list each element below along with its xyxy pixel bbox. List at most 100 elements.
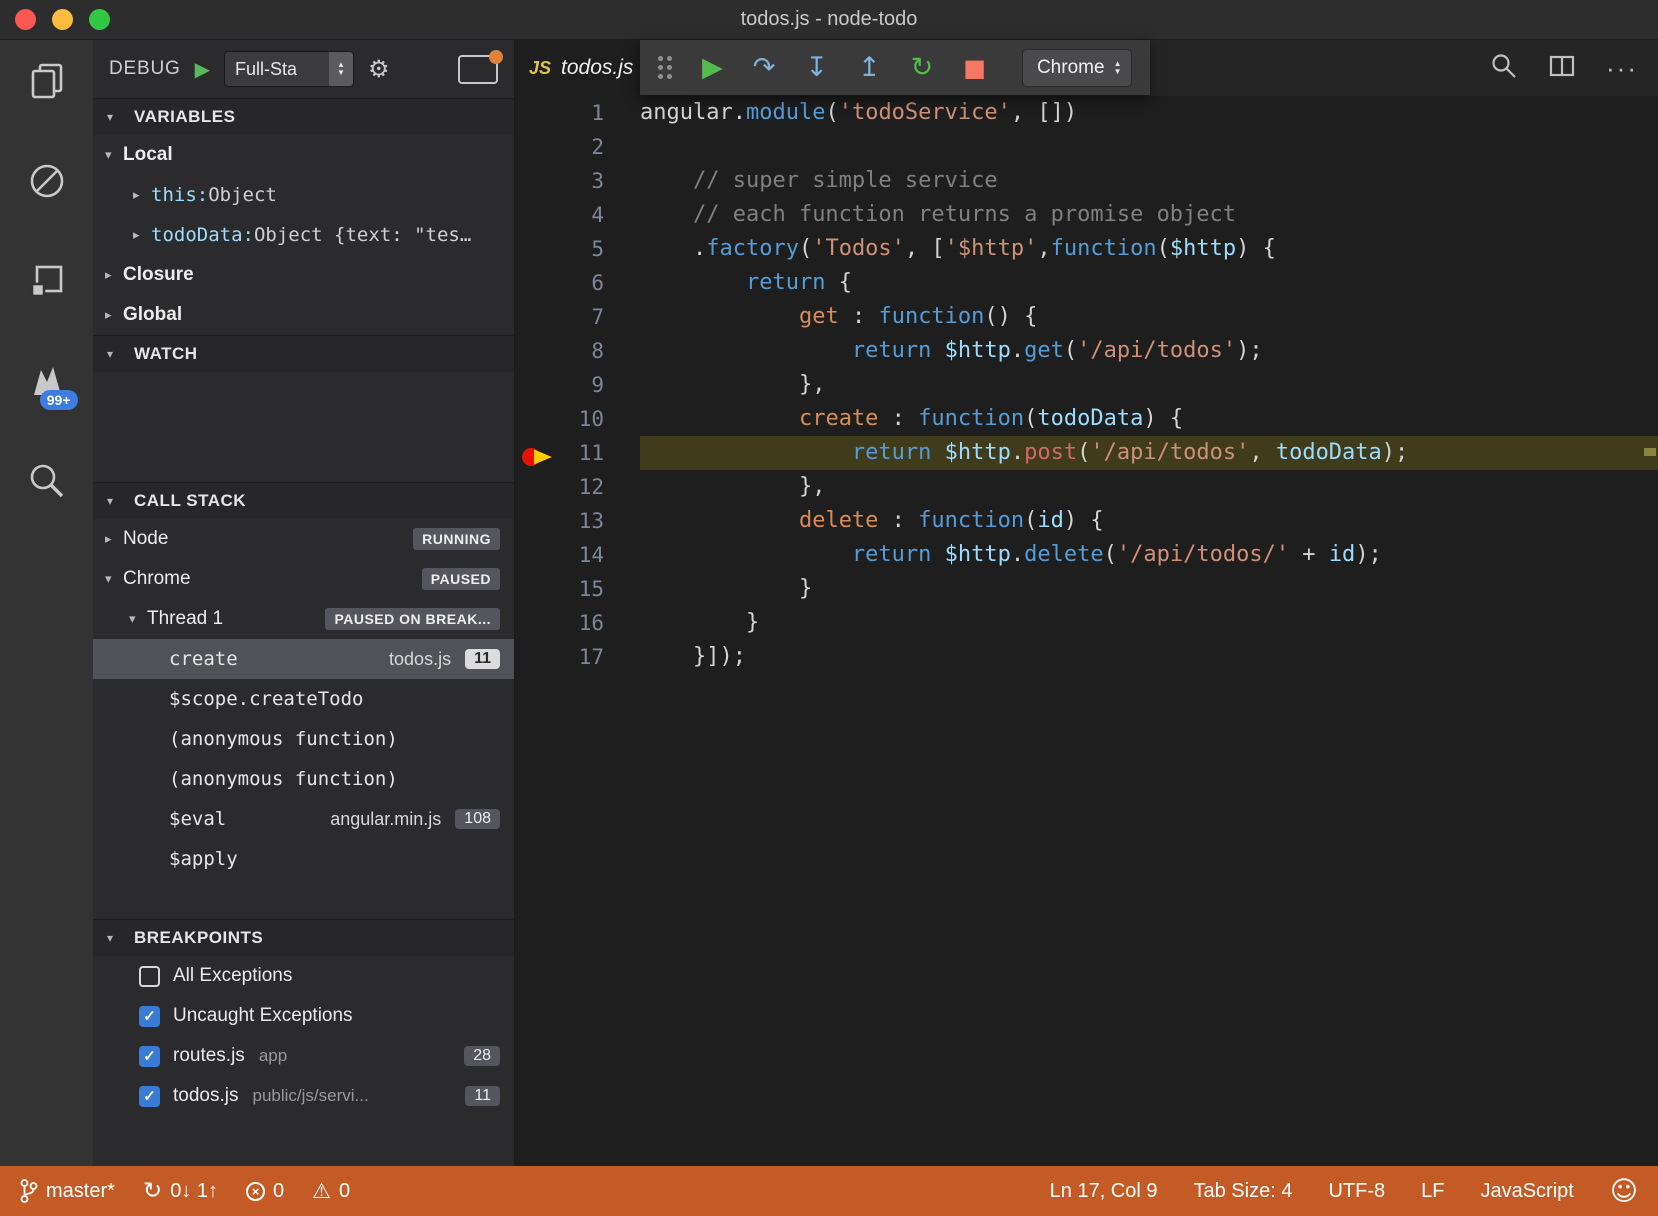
stack-frame-row[interactable]: $scope.createTodo [93,679,514,719]
chevron-right-icon[interactable]: ▸ [105,268,123,283]
warnings-item[interactable]: ⚠ 0 [312,1179,350,1203]
code-line-text[interactable]: }, [640,470,1658,504]
scope-row[interactable]: ▾Local [93,135,514,175]
code-line-text[interactable]: create : function(todoData) { [640,402,1658,436]
code-line-text[interactable]: // super simple service [640,164,1658,198]
stack-frame-row[interactable]: (anonymous function) [93,759,514,799]
encoding-indicator[interactable]: UTF-8 [1328,1180,1385,1203]
line-number[interactable]: 2 [515,130,640,164]
scope-row[interactable]: ▸Global [93,295,514,335]
thread-row[interactable]: ▾Thread 1PAUSED ON BREAK... [93,599,514,639]
variable-row[interactable]: ▸this: Object [93,175,514,215]
code-line-text[interactable]: return $http.post('/api/todos', todoData… [640,436,1658,470]
breakpoint-checkbox[interactable]: ✓ [139,1006,160,1027]
line-number[interactable]: 17 [515,640,640,674]
breakpoints-section-header[interactable]: ▾ BREAKPOINTS [93,919,514,956]
breakpoint-checkbox[interactable] [139,966,160,987]
circle-slash-icon[interactable] [24,158,70,204]
gear-icon[interactable]: ⚙ [368,55,390,83]
chevron-right-icon[interactable]: ▸ [133,228,151,243]
chevron-down-icon[interactable]: ▾ [129,612,147,627]
code-line-text[interactable]: return { [640,266,1658,300]
launch-config-select[interactable]: Full-Sta ▲▼ [224,51,354,87]
code-line-text[interactable] [640,130,1658,164]
code-line-text[interactable]: // each function returns a promise objec… [640,198,1658,232]
chevron-right-icon[interactable]: ▸ [105,532,123,547]
find-icon[interactable] [1490,52,1518,85]
chevron-down-icon[interactable]: ▾ [105,572,123,587]
debug-target-select[interactable]: Chrome ▲▼ [1022,49,1132,87]
line-number[interactable]: 13 [515,504,640,538]
code-line-text[interactable]: }]); [640,640,1658,674]
line-number[interactable]: 8 [515,334,640,368]
stack-frame-row[interactable]: (anonymous function) [93,719,514,759]
split-editor-icon[interactable] [1548,53,1576,84]
code-line-text[interactable]: delete : function(id) { [640,504,1658,538]
start-debug-button[interactable]: ▶ [195,57,210,81]
search-icon[interactable] [24,458,70,504]
chevron-right-icon[interactable]: ▸ [133,188,151,203]
variable-row[interactable]: ▸todoData: Object {text: "tes… [93,215,514,255]
debug-console-icon[interactable] [458,55,498,84]
close-window-button[interactable] [15,9,36,30]
continue-button[interactable]: ▶ [702,54,723,81]
line-number[interactable]: 5 [515,232,640,266]
breakpoint-row[interactable]: ✓routes.jsapp28 [93,1036,514,1076]
call-stack-section-header[interactable]: ▾ CALL STACK [93,482,514,519]
line-number[interactable]: 12 [515,470,640,504]
line-number[interactable]: 11 [515,436,640,470]
toolbar-drag-handle[interactable] [658,56,672,79]
breakpoint-row[interactable]: All Exceptions [93,956,514,996]
step-out-button[interactable]: ↥ [858,54,881,81]
code-line-text[interactable]: angular.module('todoService', []) [640,96,1658,130]
git-branch-item[interactable]: master* [20,1178,115,1204]
breakpoint-checkbox[interactable]: ✓ [139,1046,160,1067]
stop-button[interactable]: ■ [963,56,986,80]
line-number[interactable]: 16 [515,606,640,640]
variables-section-header[interactable]: ▾ VARIABLES [93,98,514,135]
feedback-smiley-icon[interactable]: ☺ [1610,1176,1638,1207]
tab-size-indicator[interactable]: Tab Size: 4 [1194,1180,1293,1203]
minimize-window-button[interactable] [52,9,73,30]
debug-session-row[interactable]: ▸NodeRUNNING [93,519,514,559]
scope-row[interactable]: ▸Closure [93,255,514,295]
debug-session-row[interactable]: ▾ChromePAUSED [93,559,514,599]
code-line-text[interactable]: return $http.delete('/api/todos/' + id); [640,538,1658,572]
line-number[interactable]: 4 [515,198,640,232]
line-number[interactable]: 15 [515,572,640,606]
code-line-text[interactable]: } [640,572,1658,606]
explorer-icon[interactable] [24,58,70,104]
chevron-right-icon[interactable]: ▸ [105,308,123,323]
stack-frame-row[interactable]: $apply [93,839,514,879]
code-line-text[interactable]: .factory('Todos', ['$http',function($htt… [640,232,1658,266]
cursor-position[interactable]: Ln 17, Col 9 [1050,1180,1158,1203]
stack-frame-row[interactable]: createtodos.js11 [93,639,514,679]
more-actions-icon[interactable]: ··· [1606,58,1638,78]
eol-indicator[interactable]: LF [1421,1180,1444,1203]
breakpoint-checkbox[interactable]: ✓ [139,1086,160,1107]
code-line-text[interactable]: return $http.get('/api/todos'); [640,334,1658,368]
code-line-text[interactable]: get : function() { [640,300,1658,334]
code-line-text[interactable]: } [640,606,1658,640]
git-icon[interactable]: 99+ [24,358,70,404]
breakpoint-row[interactable]: ✓todos.jspublic/js/servi...11 [93,1076,514,1116]
step-over-button[interactable]: ↷ [753,54,776,81]
extensions-icon[interactable] [24,258,70,304]
errors-item[interactable]: × 0 [246,1180,284,1203]
line-number[interactable]: 3 [515,164,640,198]
step-into-button[interactable]: ↧ [805,54,828,81]
language-indicator[interactable]: JavaScript [1480,1180,1573,1203]
line-number[interactable]: 10 [515,402,640,436]
watch-section-header[interactable]: ▾ WATCH [93,335,514,372]
line-number[interactable]: 1 [515,96,640,130]
breakpoint-row[interactable]: ✓Uncaught Exceptions [93,996,514,1036]
chevron-down-icon[interactable]: ▾ [105,148,123,163]
line-number[interactable]: 7 [515,300,640,334]
sync-item[interactable]: ↻ 0↓ 1↑ [143,1178,218,1204]
zoom-window-button[interactable] [89,9,110,30]
line-number[interactable]: 9 [515,368,640,402]
line-number[interactable]: 6 [515,266,640,300]
restart-button[interactable]: ↻ [911,54,934,81]
code-line-text[interactable]: }, [640,368,1658,402]
line-number[interactable]: 14 [515,538,640,572]
